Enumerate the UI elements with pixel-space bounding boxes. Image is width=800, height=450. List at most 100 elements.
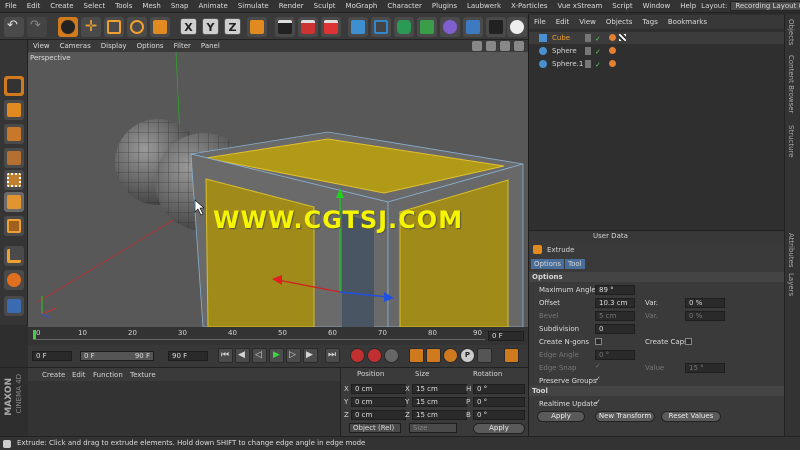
autokey-button[interactable]	[367, 348, 382, 363]
coord-apply-button[interactable]: Apply	[473, 423, 525, 434]
user-data-menu[interactable]: User Data	[593, 232, 628, 240]
scale-button[interactable]	[104, 17, 124, 37]
viewport-menu-options[interactable]: Options	[132, 42, 169, 50]
obj-menu-objects[interactable]: Objects	[601, 18, 637, 26]
realtime-update-checkbox[interactable]: ✓	[595, 398, 601, 406]
play-button[interactable]: ▶	[269, 348, 284, 363]
current-frame-field[interactable]: 0 F	[488, 331, 524, 341]
mat-menu-function[interactable]: Function	[93, 371, 123, 379]
add-light-button[interactable]	[507, 17, 527, 37]
visibility-toggle-icon[interactable]	[585, 47, 591, 55]
preserve-groups-checkbox[interactable]: ✓	[595, 375, 601, 383]
redo-button[interactable]: ↷	[27, 17, 47, 37]
make-editable-button[interactable]	[4, 76, 24, 96]
offset-field[interactable]: 10.3 cm	[595, 298, 635, 308]
menu-help[interactable]: Help	[675, 2, 701, 10]
coordinate-mode-dropdown[interactable]: Object (Rel)	[349, 423, 401, 433]
prev-frame-button[interactable]: ◁	[252, 348, 267, 363]
z-axis-lock-button[interactable]: Z	[224, 18, 241, 35]
viewport-menu-display[interactable]: Display	[96, 42, 132, 50]
viewport-menu-cameras[interactable]: Cameras	[55, 42, 96, 50]
coordinate-system-button[interactable]	[247, 17, 267, 37]
record-pla-button[interactable]	[477, 348, 492, 363]
visibility-toggle-icon[interactable]	[585, 34, 591, 42]
edge-angle-field[interactable]: 0 °	[595, 350, 635, 360]
rotation-p-field[interactable]: 0 °	[473, 397, 525, 407]
live-selection-button[interactable]	[58, 17, 78, 37]
timeline-ruler[interactable]: 0 10 20 30 40 50 60 70 80 90 0 F	[28, 327, 528, 345]
menu-file[interactable]: File	[0, 2, 22, 10]
obj-menu-view[interactable]: View	[574, 18, 601, 26]
rotation-b-field[interactable]: 0 °	[473, 410, 525, 420]
add-deformer-button[interactable]	[440, 17, 460, 37]
render-picture-viewer-button[interactable]	[298, 17, 318, 37]
viewport-menu-panel[interactable]: Panel	[196, 42, 225, 50]
menu-create[interactable]: Create	[45, 2, 78, 10]
points-mode-button[interactable]	[4, 170, 24, 190]
bevel-var-field[interactable]: 0 %	[685, 311, 725, 321]
obj-menu-file[interactable]: File	[529, 18, 551, 26]
locked-workplane-button[interactable]	[4, 296, 24, 316]
rotate-view-icon[interactable]	[500, 41, 510, 51]
position-x-field[interactable]: 0 cm	[351, 384, 406, 394]
go-to-end-button[interactable]: ⏭	[325, 348, 340, 363]
enabled-check-icon[interactable]: ✓	[595, 33, 601, 45]
add-pen-button[interactable]	[371, 17, 391, 37]
reset-values-button[interactable]: Reset Values	[661, 411, 721, 422]
menu-mograph[interactable]: MoGraph	[341, 2, 383, 10]
y-axis-lock-button[interactable]: Y	[202, 18, 219, 35]
start-frame-field[interactable]: 0 F	[32, 351, 72, 361]
menu-edit[interactable]: Edit	[22, 2, 46, 10]
menu-x-particles[interactable]: X-Particles	[506, 2, 552, 10]
add-subdivision-button[interactable]	[394, 17, 414, 37]
edges-mode-button[interactable]	[4, 216, 24, 236]
menu-character[interactable]: Character	[382, 2, 427, 10]
tab-objects[interactable]: Objects	[787, 19, 795, 45]
texture-mode-button[interactable]	[4, 124, 24, 144]
frame-range-slider[interactable]: 0 F 90 F	[80, 351, 154, 361]
tab-structure[interactable]: Structure	[787, 125, 795, 158]
menu-snap[interactable]: Snap	[166, 2, 194, 10]
obj-menu-tags[interactable]: Tags	[637, 18, 663, 26]
render-settings-button[interactable]	[321, 17, 341, 37]
maximum-angle-field[interactable]: 89 °	[595, 285, 635, 295]
tag-icon[interactable]	[609, 60, 616, 67]
snap-button[interactable]	[4, 270, 24, 290]
menu-laubwerk[interactable]: Laubwerk	[462, 2, 506, 10]
toggle-view-icon[interactable]	[514, 41, 524, 51]
size-mode-dropdown[interactable]: Size	[409, 423, 457, 433]
obj-menu-bookmarks[interactable]: Bookmarks	[663, 18, 712, 26]
add-array-button[interactable]	[417, 17, 437, 37]
mat-menu-create[interactable]: Create	[42, 371, 65, 379]
tab-attributes[interactable]: Attributes	[787, 233, 795, 268]
render-view-button[interactable]	[275, 17, 295, 37]
tag-icon[interactable]	[609, 34, 616, 41]
prev-key-button[interactable]: ◀	[235, 348, 250, 363]
add-cube-button[interactable]	[348, 17, 368, 37]
pan-view-icon[interactable]	[472, 41, 482, 51]
record-scale-button[interactable]	[426, 348, 441, 363]
perspective-viewport[interactable]: Perspective WWW.CGTSJ.COM	[28, 52, 528, 327]
value-field[interactable]: 15 °	[685, 363, 725, 373]
tab-layers[interactable]: Layers	[787, 273, 795, 296]
apply-button[interactable]: Apply	[537, 411, 585, 422]
mat-menu-texture[interactable]: Texture	[130, 371, 156, 379]
size-z-field[interactable]: 15 cm	[412, 410, 467, 420]
position-y-field[interactable]: 0 cm	[351, 397, 406, 407]
new-transform-button[interactable]: New Transform	[595, 411, 655, 422]
create-caps-checkbox[interactable]	[685, 337, 692, 345]
x-axis-lock-button[interactable]: X	[180, 18, 197, 35]
bevel-field[interactable]: 5 cm	[595, 311, 635, 321]
layout-dropdown[interactable]: Recording Layout (User)	[730, 1, 800, 11]
create-ngons-checkbox[interactable]	[595, 337, 602, 345]
rotate-button[interactable]	[127, 17, 147, 37]
model-mode-button[interactable]	[4, 100, 24, 120]
edge-snap-checkbox[interactable]: ✓	[595, 362, 601, 370]
recent-tools-button[interactable]	[150, 17, 170, 37]
menu-simulate[interactable]: Simulate	[233, 2, 274, 10]
next-frame-button[interactable]: ▷	[286, 348, 301, 363]
menu-animate[interactable]: Animate	[193, 2, 232, 10]
add-camera-button[interactable]	[486, 17, 506, 37]
go-to-start-button[interactable]: ⏮	[218, 348, 233, 363]
record-rotation-button[interactable]	[443, 348, 458, 363]
